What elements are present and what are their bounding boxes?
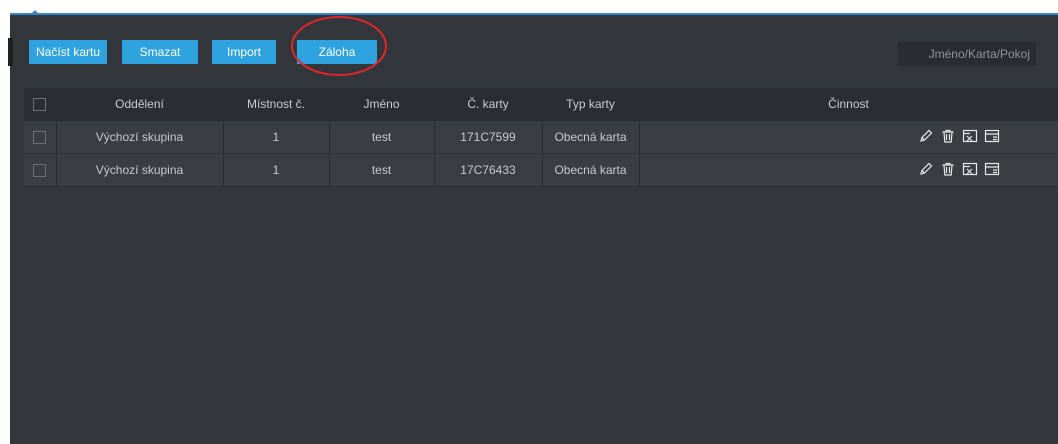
- card-type-cell: Obecná karta: [542, 120, 640, 154]
- table-row[interactable]: Výchozí skupina 1 test 171C7599 Obecná k…: [24, 120, 1058, 154]
- pencil-icon[interactable]: [918, 161, 934, 177]
- trash-icon[interactable]: [940, 161, 956, 177]
- backup-highlight-annotation: [291, 16, 387, 76]
- card-icon[interactable]: [984, 128, 1000, 144]
- card-cancel-icon[interactable]: [962, 161, 978, 177]
- card-management-panel: [10, 15, 1058, 444]
- name-cell: test: [329, 153, 435, 187]
- card-number-cell: 171C7599: [434, 120, 543, 154]
- card-number-cell: 17C76433: [434, 153, 543, 187]
- column-header: Činnost: [639, 88, 1058, 121]
- column-header[interactable]: Jméno: [329, 88, 435, 121]
- delete-button[interactable]: Smazat: [122, 40, 198, 64]
- trash-icon[interactable]: [940, 128, 956, 144]
- top-strip: [0, 0, 1058, 14]
- name-cell: test: [329, 120, 435, 154]
- collapsed-side-tab[interactable]: [8, 38, 13, 66]
- department-cell: Výchozí skupina: [56, 120, 224, 154]
- row-select-cell: [24, 120, 57, 154]
- search-input[interactable]: [898, 42, 1036, 66]
- room-cell: 1: [223, 120, 330, 154]
- select-all-checkbox[interactable]: [33, 98, 47, 112]
- actions-cell: [639, 120, 1058, 154]
- row-checkbox[interactable]: [33, 131, 47, 145]
- row-checkbox[interactable]: [33, 164, 47, 178]
- department-cell: Výchozí skupina: [56, 153, 224, 187]
- table-header-row: Oddělení Místnost č. Jméno Č. karty Typ …: [24, 88, 1058, 121]
- left-frame: [0, 15, 10, 444]
- actions-cell: [639, 153, 1058, 187]
- card-table: Oddělení Místnost č. Jméno Č. karty Typ …: [24, 88, 1058, 187]
- card-icon[interactable]: [984, 161, 1000, 177]
- pencil-icon[interactable]: [918, 128, 934, 144]
- card-type-cell: Obecná karta: [542, 153, 640, 187]
- column-header[interactable]: Typ karty: [542, 88, 640, 121]
- import-button[interactable]: Import: [212, 40, 276, 64]
- column-header[interactable]: Č. karty: [434, 88, 543, 121]
- column-header[interactable]: Místnost č.: [223, 88, 330, 121]
- card-cancel-icon[interactable]: [962, 128, 978, 144]
- column-header[interactable]: Oddělení: [56, 88, 224, 121]
- room-cell: 1: [223, 153, 330, 187]
- table-row[interactable]: Výchozí skupina 1 test 17C76433 Obecná k…: [24, 153, 1058, 187]
- read-card-button[interactable]: Načíst kartu: [29, 40, 107, 64]
- row-select-cell: [24, 153, 57, 187]
- select-all-cell: [24, 88, 57, 121]
- tab-indicator: [31, 10, 39, 14]
